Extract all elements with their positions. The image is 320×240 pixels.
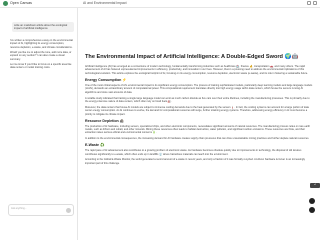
document-tab-title[interactable]: AI and Environmental Impact [83, 0, 127, 7]
assistant-paragraph: I've written a comprehensive essay on th… [10, 39, 73, 49]
chat-input[interactable]: Ask anything... [8, 204, 74, 216]
article-title: The Environmental Impact of Artificial I… [85, 54, 299, 60]
section-paragraph: The production of AI hardware, including… [85, 124, 311, 135]
section-heading: Resource Depletion 🪨 [85, 118, 125, 123]
section-paragraph: One of the most critical aspects of AI's… [85, 83, 313, 94]
top-bar: Open Canvas AI and Environmental Impact [0, 0, 320, 8]
edit-icon[interactable] [309, 198, 315, 204]
floating-controls [309, 198, 315, 213]
assistant-message: I've written a comprehensive essay on th… [10, 39, 74, 72]
chat-panel: write an markdown article about the ecol… [0, 8, 78, 240]
toolbar [307, 1, 317, 5]
article-body[interactable]: Artificial Intelligence (AI) has emerged… [85, 65, 313, 168]
copy-icon[interactable] [307, 1, 311, 5]
section-heading: Energy Consumption ⚡ [85, 77, 127, 82]
section-paragraph: In addition to the environmental consequ… [85, 137, 310, 141]
assistant-paragraph: Let me know if you'd like to focus on a … [10, 63, 72, 70]
app-title: Open Canvas [10, 1, 32, 5]
chat-bubble-icon[interactable] [309, 207, 315, 213]
article-intro: Artificial Intelligence (AI) has emerged… [85, 65, 308, 75]
document-canvas: The Environmental Impact of Artificial I… [79, 8, 320, 240]
app-window: Open Canvas AI and Environmental Impact … [0, 0, 320, 240]
section-paragraph: A notable study indicated that training … [85, 96, 310, 103]
section-heading: E-Waste ♻️ [85, 143, 105, 148]
section-paragraph: Moreover, the data centers that house AI… [85, 105, 309, 116]
section-paragraph: The rapid pace of AI advancement also co… [85, 149, 302, 156]
send-icon[interactable] [66, 208, 71, 213]
app-logo [3, 1, 8, 6]
user-message: write an markdown article about the ecol… [12, 22, 74, 32]
more-icon[interactable] [313, 1, 317, 5]
assistant-paragraph: Would you like me to adjust the tone, ad… [10, 51, 72, 61]
chat-input-placeholder: Ask anything... [11, 206, 27, 210]
section-paragraph: According to the Global E-Waste Monitor,… [85, 158, 306, 165]
version-chip[interactable]: v1 [310, 183, 320, 188]
